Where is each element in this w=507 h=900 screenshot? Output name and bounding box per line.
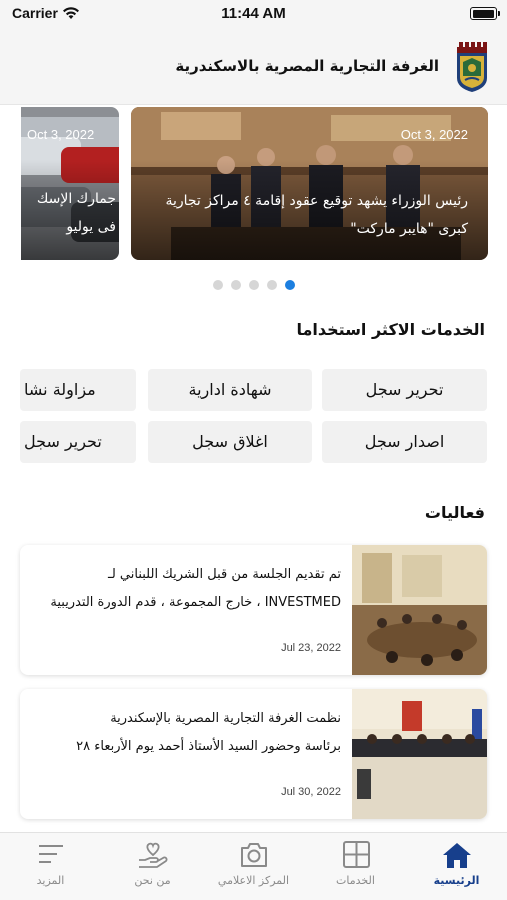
app-header: الغرفة التجارية المصرية بالاسكندرية [0, 30, 507, 105]
service-button[interactable]: مزاولة نشا [20, 369, 136, 411]
event-text-line1: تم تقديم الجلسة من قبل الشريك اللبناني ل… [108, 567, 341, 582]
event-date: Jul 30, 2022 [281, 786, 341, 798]
bottom-tab-bar: الرئيسية الخدمات المركز الاعلامي من نحن … [0, 832, 507, 900]
event-card[interactable]: تم تقديم الجلسة من قبل الشريك اللبناني ل… [20, 545, 487, 675]
event-text-line2: INVESTMED ، خارج المجموعة ، قدم الدورة ا… [50, 595, 341, 610]
news-slide[interactable]: Oct 3, 2022 جمارك الإسك فى يوليو [21, 107, 119, 260]
tab-services[interactable]: الخدمات [305, 841, 406, 887]
services-section-title: الخدمات الاكثر استخداما [296, 320, 485, 339]
tab-label: المزيد [36, 874, 65, 887]
camera-icon [240, 843, 267, 867]
tab-more[interactable]: المزيد [0, 841, 101, 887]
page-title: الغرفة التجارية المصرية بالاسكندرية [175, 57, 439, 75]
home-icon [442, 843, 471, 868]
service-button[interactable]: اصدار سجل [322, 421, 487, 463]
page-dot[interactable] [266, 280, 277, 290]
tab-label: الرئيسية [433, 874, 480, 887]
battery-icon [470, 7, 500, 20]
clock-time: 11:44 AM [221, 5, 286, 22]
tab-media-center[interactable]: المركز الاعلامي [203, 841, 304, 887]
page-dot-active[interactable] [284, 280, 295, 290]
carousel-page-indicator[interactable] [0, 275, 507, 290]
event-date: Jul 23, 2022 [281, 642, 341, 654]
grid-icon [342, 841, 370, 868]
event-photo [352, 545, 487, 675]
event-text-line2: برئاسة وحضور السيد الأستاذ أحمد يوم الأر… [76, 739, 341, 754]
slide-caption-line2: كبرى "هايبر ماركت" [350, 221, 468, 237]
event-photo [352, 689, 487, 819]
tab-about-us[interactable]: من نحن [102, 841, 203, 887]
tab-label: من نحن [134, 874, 171, 887]
tab-label: المركز الاعلامي [217, 874, 290, 887]
service-button[interactable]: شهادة ادارية [148, 369, 312, 411]
event-card[interactable]: نظمت الغرفة التجارية المصرية بالإسكندرية… [20, 689, 487, 819]
slide-date: Oct 3, 2022 [400, 127, 468, 142]
slide-caption-line1: رئيس الوزراء يشهد توقيع عقود إقامة ٤ مرا… [165, 193, 468, 209]
menu-icon [38, 845, 63, 863]
slide-date: Oct 3, 2022 [27, 127, 95, 142]
page-dot[interactable] [248, 280, 259, 290]
page-dot[interactable] [212, 280, 223, 290]
event-text-line1: نظمت الغرفة التجارية المصرية بالإسكندرية [110, 711, 341, 726]
heart-hand-icon [138, 842, 167, 868]
tab-home[interactable]: الرئيسية [406, 841, 507, 887]
status-bar: Carrier 11:44 AM [0, 0, 507, 30]
news-slide[interactable]: Oct 3, 2022 رئيس الوزراء يشهد توقيع عقود… [131, 107, 488, 260]
service-button[interactable]: اغلاق سجل [148, 421, 312, 463]
slide-caption-line1: جمارك الإسك [36, 191, 116, 207]
chamber-crest-logo [457, 42, 487, 92]
page-dot[interactable] [230, 280, 241, 290]
service-button[interactable]: تحرير سجل [322, 369, 487, 411]
slide-caption-line2: فى يوليو [66, 219, 116, 235]
service-button[interactable]: تحرير سجل [20, 421, 136, 463]
events-section-title: فعاليات [424, 503, 485, 522]
tab-label: الخدمات [336, 874, 375, 887]
